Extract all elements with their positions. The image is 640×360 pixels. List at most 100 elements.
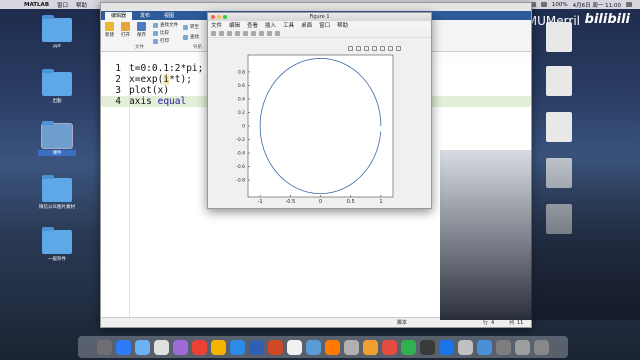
file-icon — [546, 204, 572, 234]
figure-title: Figure 1 — [309, 14, 330, 20]
dock-app-icon[interactable] — [192, 339, 207, 355]
gutter-divider — [129, 63, 130, 317]
desktop-file[interactable] — [544, 204, 574, 236]
window-controls — [211, 15, 227, 19]
matlab-titlebar[interactable] — [101, 3, 531, 11]
desktop-folder-attendance[interactable]: 出勤 — [38, 69, 76, 104]
dock-app-icon[interactable] — [458, 339, 473, 355]
folder-icon — [42, 121, 72, 148]
dock-app-icon[interactable] — [287, 339, 302, 355]
desktop-file[interactable] — [544, 66, 574, 98]
save-icon[interactable] — [227, 30, 232, 36]
dock-app-icon[interactable] — [211, 339, 226, 355]
figure-menubar: 文件 编辑 查看 插入 工具 桌面 窗口 帮助 — [208, 21, 431, 29]
volume-icon[interactable] — [540, 2, 547, 7]
figure-menu-window[interactable]: 窗口 — [319, 21, 330, 29]
goto-button[interactable]: 转至 — [183, 24, 199, 30]
dock-app-icon[interactable] — [154, 339, 169, 355]
y-tick-label: -0.8 — [236, 178, 245, 184]
dock-app-icon[interactable] — [382, 339, 397, 355]
compare-button[interactable]: 比较 — [153, 30, 169, 36]
dock-app-icon[interactable] — [268, 339, 283, 355]
figure-menu-edit[interactable]: 编辑 — [229, 21, 240, 29]
insert-legend-icon[interactable] — [251, 30, 256, 36]
save-icon — [137, 22, 146, 31]
status-bar: 脚本 行 4 列 11 — [101, 317, 531, 327]
hide-plot-tools-icon[interactable] — [259, 30, 264, 36]
dock-app-icon[interactable] — [363, 339, 378, 355]
line-number: 2 — [115, 74, 121, 85]
code-text: plot(x) — [129, 85, 169, 96]
dock-app-icon[interactable] — [97, 339, 112, 355]
search-icon[interactable] — [626, 2, 632, 7]
dock-app-icon[interactable] — [325, 339, 340, 355]
show-plot-tools-icon[interactable] — [267, 30, 272, 36]
group-nav-label: 导航 — [193, 45, 202, 50]
status-row-label: 行 — [483, 320, 489, 326]
close-icon[interactable] — [211, 15, 215, 19]
dock-app-icon[interactable] — [173, 339, 188, 355]
dock-app-icon[interactable] — [116, 339, 131, 355]
figure-menu-tools[interactable]: 工具 — [283, 21, 294, 29]
folder-icon — [42, 227, 72, 254]
dock-app-icon[interactable] — [420, 339, 435, 355]
dock-app-icon[interactable] — [306, 339, 321, 355]
figure-menu-help[interactable]: 帮助 — [337, 21, 348, 29]
minimize-icon[interactable] — [217, 15, 221, 19]
dock — [78, 336, 568, 358]
open-icon[interactable] — [219, 30, 224, 36]
dock-app-icon[interactable] — [344, 339, 359, 355]
desktop-folder-ppt[interactable]: ppt — [38, 15, 76, 49]
status-row: 4 — [491, 319, 495, 326]
file-icon — [546, 66, 572, 96]
dock-app-icon[interactable] — [515, 339, 530, 355]
new-button[interactable]: 新建 — [105, 22, 114, 38]
print-icon[interactable] — [235, 30, 240, 36]
new-file-icon — [105, 22, 114, 31]
figure-menu-view[interactable]: 查看 — [247, 21, 258, 29]
figure-menu-insert[interactable]: 插入 — [265, 21, 276, 29]
tab-editor[interactable]: 编辑器 — [105, 12, 133, 20]
find-icon — [183, 34, 188, 40]
tab-view[interactable]: 视图 — [158, 12, 180, 20]
figure-toolbar — [208, 29, 431, 38]
battery-percent[interactable]: 100% — [552, 2, 568, 8]
figure-titlebar[interactable]: Figure 1 — [208, 13, 431, 21]
keyword-token: equal — [157, 96, 187, 107]
folder-icon — [42, 175, 72, 202]
clock[interactable]: 4月6日 周一 11:00 — [573, 1, 621, 9]
axes-box — [247, 54, 394, 198]
figure-menu-file[interactable]: 文件 — [211, 21, 222, 29]
insert-colorbar-icon[interactable] — [243, 30, 248, 36]
dock-app-icon[interactable] — [534, 339, 549, 355]
figure-window: Figure 1 文件 编辑 查看 插入 工具 桌面 窗口 帮助 -1 -0.5… — [207, 12, 432, 209]
find-button[interactable]: 查找 — [183, 34, 199, 40]
desktop-folder-wechat[interactable]: 微信公众图片素材 — [38, 175, 76, 210]
menu-window[interactable]: 窗口 — [57, 1, 68, 9]
edit-plot-icon[interactable] — [275, 30, 280, 36]
dock-app-icon[interactable] — [249, 339, 264, 355]
new-figure-icon[interactable] — [211, 30, 216, 36]
dock-app-icon[interactable] — [439, 339, 454, 355]
maximize-icon[interactable] — [223, 15, 227, 19]
dock-app-icon[interactable] — [230, 339, 245, 355]
dock-app-icon[interactable] — [135, 339, 150, 355]
desktop-file[interactable] — [544, 112, 574, 144]
dock-app-icon[interactable] — [496, 339, 511, 355]
desktop-file[interactable] — [544, 22, 574, 54]
tab-publish[interactable]: 发布 — [134, 12, 156, 20]
dock-app-icon[interactable] — [477, 339, 492, 355]
figure-menu-desktop[interactable]: 桌面 — [301, 21, 312, 29]
plot-area[interactable]: -1 -0.5 0 0.5 1 -0.8 -0.6 -0.4 -0.2 0 0.2 0.4 0.6 0.8 — [208, 49, 433, 209]
y-tick-label: -0.2 — [236, 137, 245, 143]
desktop-folder-courseware[interactable]: 课件 — [38, 121, 76, 156]
find-file-button[interactable]: 查找文件 — [153, 22, 178, 28]
print-button[interactable]: 打印 — [153, 38, 169, 44]
open-button[interactable]: 打开 — [121, 22, 130, 38]
menu-app-name[interactable]: MATLAB — [24, 2, 49, 8]
save-button[interactable]: 保存 — [137, 22, 146, 38]
desktop-folder-misc[interactable]: 一般杂件 — [38, 227, 76, 262]
dock-app-icon[interactable] — [401, 339, 416, 355]
menu-help[interactable]: 帮助 — [76, 1, 87, 9]
desktop-file[interactable] — [544, 158, 574, 190]
